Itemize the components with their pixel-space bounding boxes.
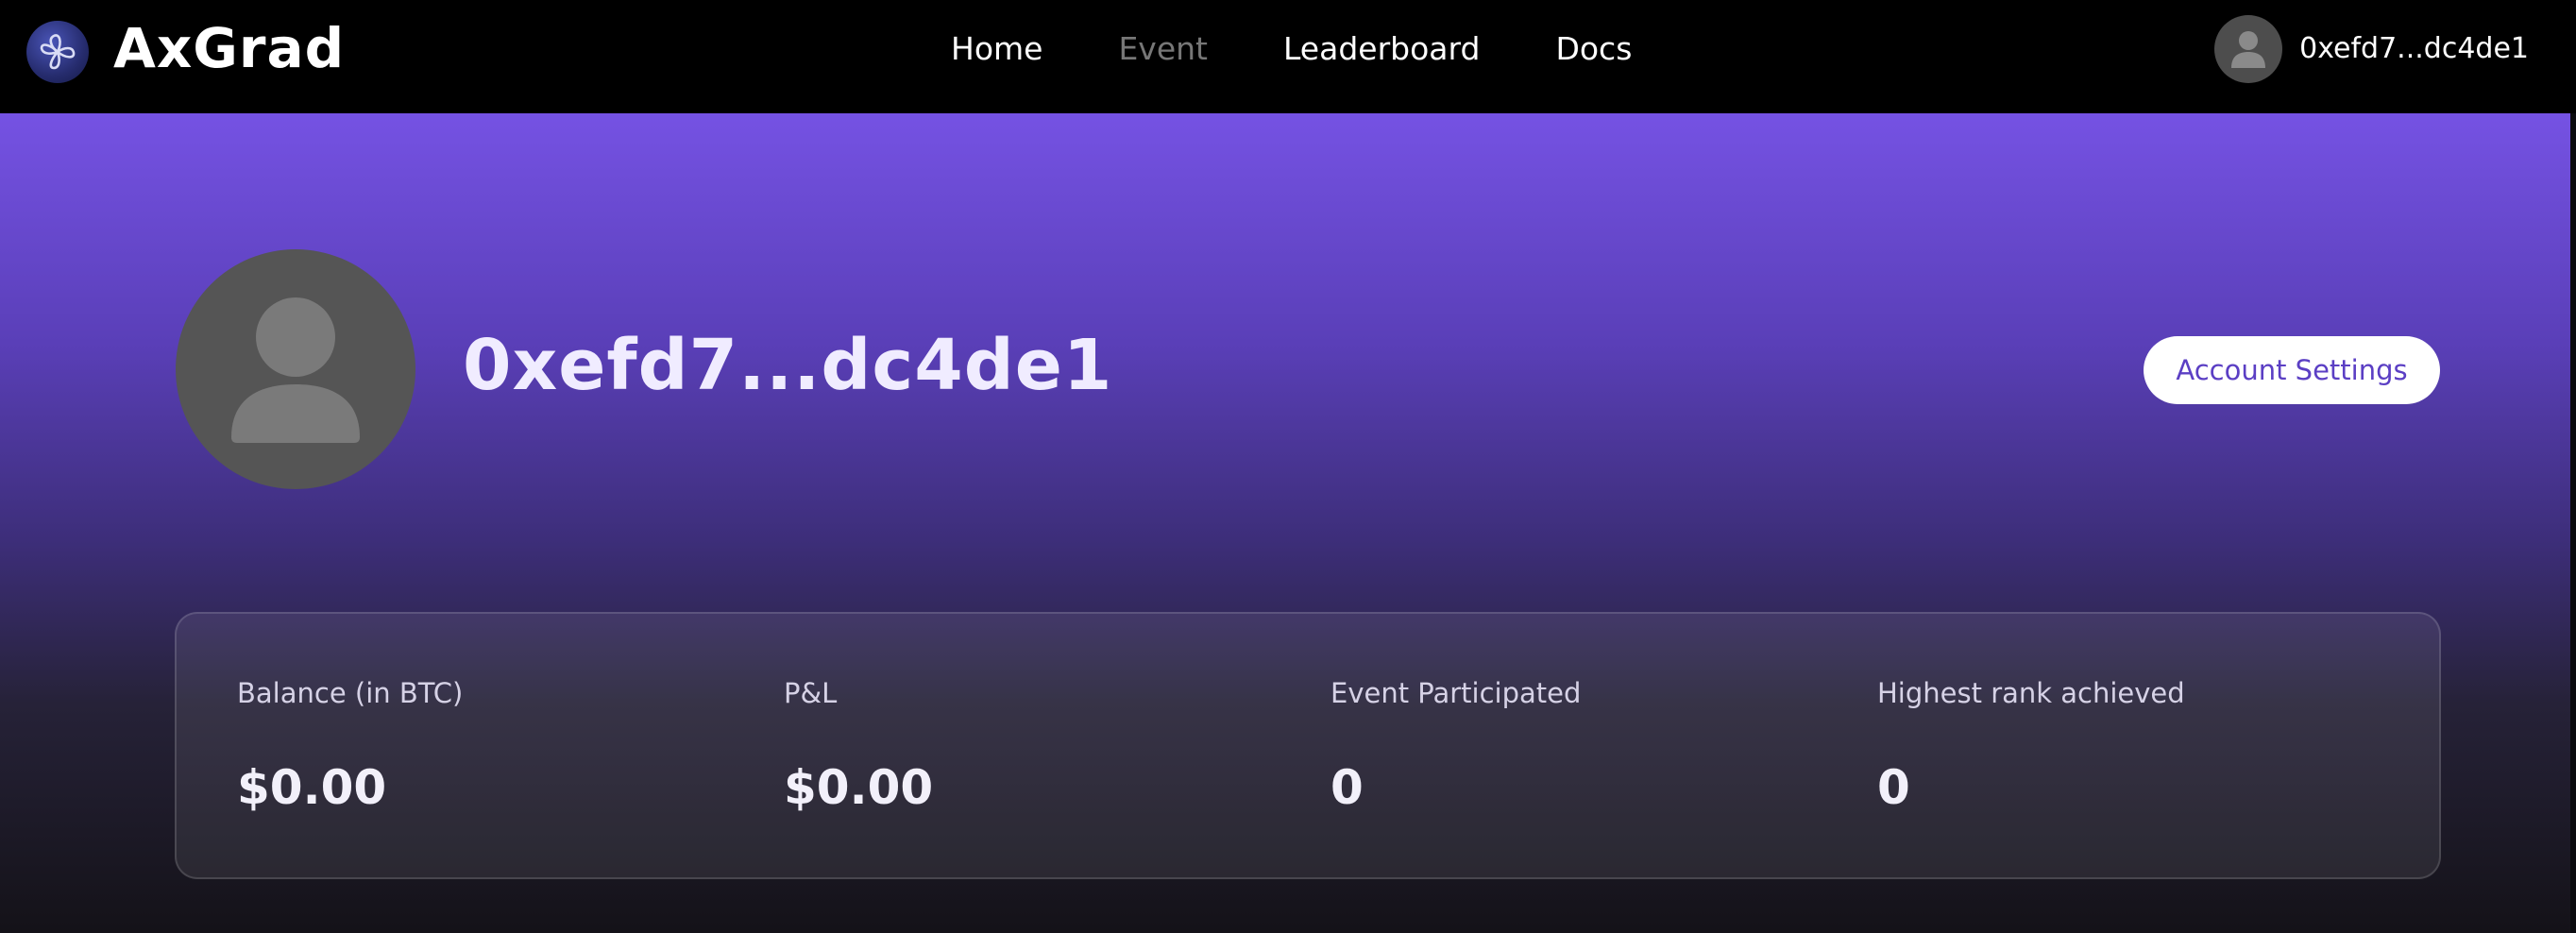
stat-label: Event Participated	[1330, 677, 1582, 709]
stat-label: Balance (in BTC)	[237, 677, 464, 709]
stat-value: $0.00	[784, 760, 934, 815]
stat-events-participated: Event Participated 0	[1330, 674, 1840, 816]
stats-card: Balance (in BTC) $0.00 P&L $0.00 Event P…	[175, 612, 2441, 879]
user-address[interactable]: 0xefd7...dc4de1	[2299, 30, 2529, 68]
nav-link-home[interactable]: Home	[951, 28, 1042, 70]
stat-label: Highest rank achieved	[1877, 677, 2185, 709]
stat-value: $0.00	[237, 760, 387, 815]
top-navbar: AxGrad Home Event Leaderboard Docs 0xefd…	[0, 0, 2576, 113]
account-settings-button[interactable]: Account Settings	[2144, 336, 2440, 404]
nav-link-docs[interactable]: Docs	[1555, 28, 1632, 70]
page-edge-divider	[2570, 113, 2576, 933]
user-avatar-icon[interactable]	[2214, 15, 2283, 83]
stat-balance: Balance (in BTC) $0.00	[237, 674, 747, 816]
user-account-chip[interactable]: 0xefd7...dc4de1	[2214, 15, 2529, 83]
axgrad-logo-icon[interactable]	[26, 21, 89, 83]
stat-pnl: P&L $0.00	[784, 674, 1294, 816]
stat-label: P&L	[784, 677, 838, 709]
main-nav: Home Event Leaderboard Docs	[951, 28, 1632, 70]
nav-link-leaderboard[interactable]: Leaderboard	[1283, 28, 1480, 70]
profile-address: 0xefd7...dc4de1	[463, 325, 1113, 406]
nav-link-event[interactable]: Event	[1118, 28, 1208, 70]
profile-avatar-icon	[176, 249, 415, 489]
stat-highest-rank: Highest rank achieved 0	[1877, 674, 2387, 816]
stat-value: 0	[1330, 760, 1364, 815]
brand-name[interactable]: AxGrad	[113, 17, 345, 79]
stat-value: 0	[1877, 760, 1910, 815]
